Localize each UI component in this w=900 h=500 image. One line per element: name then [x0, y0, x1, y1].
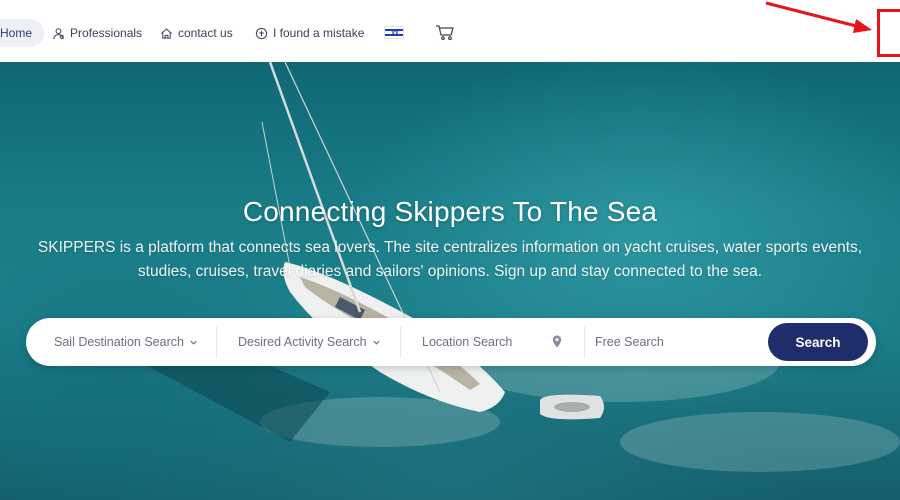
bug-report-icon: [255, 27, 268, 39]
chevron-down-icon: [190, 340, 197, 345]
sail-destination-label: Sail Destination Search: [54, 335, 184, 349]
sail-destination-dropdown[interactable]: Sail Destination Search: [54, 318, 198, 366]
divider: [400, 326, 401, 358]
israel-flag-icon[interactable]: [384, 26, 404, 39]
desired-activity-label: Desired Activity Search: [238, 335, 367, 349]
desired-activity-dropdown[interactable]: Desired Activity Search: [238, 318, 381, 366]
nav-mistake-label: I found a mistake: [273, 26, 365, 40]
professional-user-icon: [53, 27, 64, 39]
hero-title: Connecting Skippers To The Sea: [242, 196, 658, 227]
location-search-field[interactable]: Location Search: [422, 318, 512, 366]
nav-home-link[interactable]: Home: [0, 19, 45, 47]
divider: [216, 326, 217, 358]
location-search-label: Location Search: [422, 335, 513, 349]
chevron-down-icon: [372, 340, 380, 345]
free-search-input[interactable]: [595, 335, 755, 349]
nav-contact-label: contact us: [178, 26, 233, 40]
location-pin-icon: [552, 335, 562, 348]
nav-professionals-link[interactable]: Professionals: [52, 24, 142, 42]
search-button[interactable]: Search: [768, 323, 868, 361]
free-search-container: [595, 318, 755, 366]
nav-mistake-link[interactable]: I found a mistake: [255, 24, 364, 42]
divider: [584, 326, 585, 358]
annotation-arrow-icon: [765, 1, 872, 33]
nav-professionals-label: Professionals: [70, 26, 143, 40]
search-bar: Sail Destination Search Desired Activity…: [26, 318, 876, 366]
cart-icon[interactable]: [435, 24, 455, 41]
nav-contact-link[interactable]: contact us: [160, 24, 233, 42]
hero-section: Connecting Skippers To The Sea SKIPPERS …: [0, 62, 900, 500]
annotation-highlight-box: [877, 9, 900, 57]
home-icon: [161, 27, 172, 39]
hero-subtitle: SKIPPERS is a platform that connects sea…: [37, 239, 863, 280]
